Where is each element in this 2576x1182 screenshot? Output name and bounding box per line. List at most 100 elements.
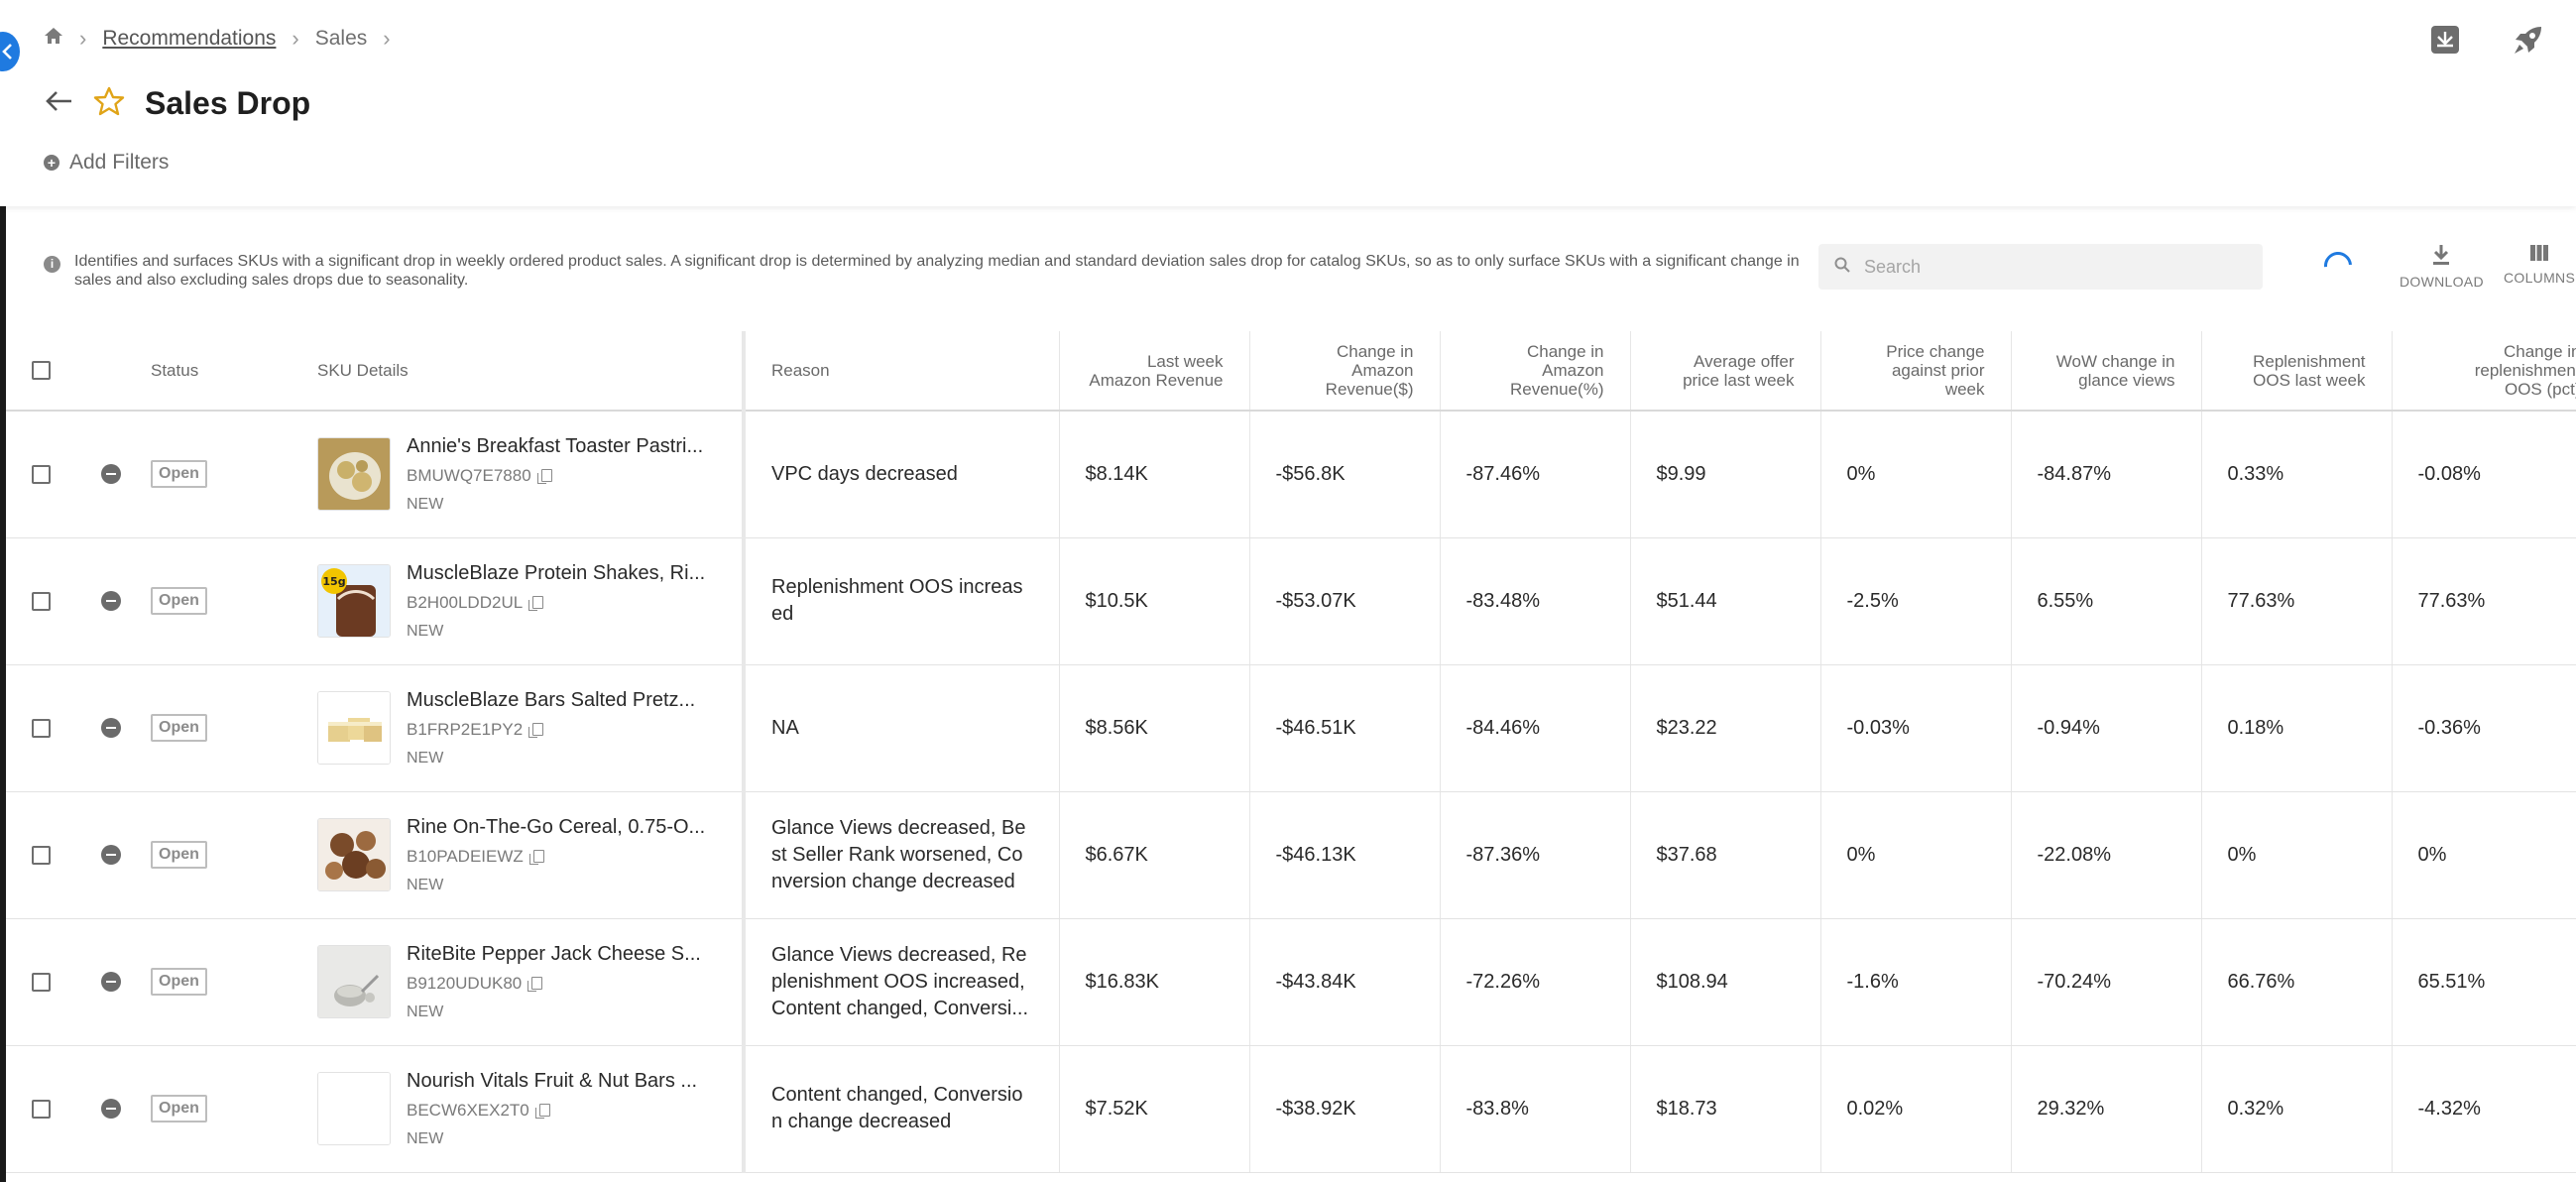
status-cell: Open <box>125 1045 292 1173</box>
reason-header[interactable]: Reason <box>744 331 1060 412</box>
change-revenue-pct-cell: -87.36% <box>1440 791 1631 919</box>
search-box[interactable] <box>1818 244 2263 290</box>
chevron-left-icon <box>2 44 12 59</box>
price-change-header[interactable]: Price change against prior week <box>1820 331 2012 412</box>
add-filters-label: Add Filters <box>69 151 170 174</box>
minus-circle-icon[interactable] <box>101 718 121 738</box>
product-thumbnail[interactable] <box>317 1072 391 1145</box>
sku-details-header[interactable]: SKU Details <box>292 331 746 412</box>
status-badge[interactable]: Open <box>151 1095 207 1123</box>
change-replenishment-header[interactable]: Change in replenishment OOS (pct) <box>2392 331 2576 412</box>
chevron-right-icon: › <box>292 26 299 51</box>
price-change-cell: 0% <box>1820 791 2012 919</box>
recommendations-table: Status SKU Details Reason Last week Amazo… <box>6 331 2576 1182</box>
home-icon[interactable] <box>44 27 63 51</box>
status-badge[interactable]: Open <box>151 714 207 742</box>
price-change-cell: -2.5% <box>1820 537 2012 665</box>
minus-circle-icon[interactable] <box>101 591 121 611</box>
avg-offer-price-cell: $9.99 <box>1630 411 1821 538</box>
replenishment-oos-header[interactable]: Replenishment OOS last week <box>2201 331 2393 412</box>
status-header[interactable]: Status <box>125 331 292 412</box>
product-thumbnail[interactable] <box>317 818 391 891</box>
product-name[interactable]: Annie's Breakfast Toaster Pastri... <box>407 435 703 458</box>
row-checkbox[interactable] <box>32 1099 51 1119</box>
last-week-revenue-header[interactable]: Last week Amazon Revenue <box>1059 331 1250 412</box>
change-replenishment-cell: 77.63% <box>2392 537 2576 665</box>
product-name[interactable]: Rine On-The-Go Cereal, 0.75-O... <box>407 816 705 839</box>
row-checkbox[interactable] <box>32 464 51 484</box>
product-name[interactable]: MuscleBlaze Protein Shakes, Ri... <box>407 562 705 585</box>
reason-cell: VPC days decreased <box>744 411 1060 538</box>
last-week-revenue-cell: $7.52K <box>1059 1045 1250 1173</box>
copy-icon[interactable] <box>534 1104 550 1119</box>
copy-icon[interactable] <box>528 596 544 611</box>
rocket-icon[interactable] <box>2511 22 2546 58</box>
product-thumbnail[interactable] <box>317 437 391 512</box>
reason-text: Replenishment OOS increased <box>771 576 1023 625</box>
product-name[interactable]: RiteBite Pepper Jack Cheese S... <box>407 943 701 966</box>
status-cell: Open <box>125 537 292 665</box>
minus-circle-icon[interactable] <box>101 464 121 485</box>
change-revenue-abs-header[interactable]: Change in Amazon Revenue($) <box>1249 331 1441 412</box>
status-badge[interactable]: Open <box>151 968 207 996</box>
replenishment-oos-cell: 77.63% <box>2201 537 2393 665</box>
status-badge[interactable]: Open <box>151 460 207 489</box>
header-line: OOS last week <box>2253 370 2366 390</box>
change-revenue-abs-cell: -$46.51K <box>1249 664 1441 792</box>
status-cell: Open <box>125 918 292 1046</box>
header-line: Revenue(%) <box>1510 380 1604 399</box>
row-checkbox[interactable] <box>32 845 51 865</box>
table-row[interactable]: Open 15g MuscleBlaze Protein Shakes, Ri.… <box>6 537 2576 665</box>
replenishment-oos-cell: 0.33% <box>2201 411 2393 538</box>
minus-circle-icon[interactable] <box>101 845 121 865</box>
columns-button[interactable]: COLUMNS <box>2504 244 2575 286</box>
minus-circle-icon[interactable] <box>101 972 121 992</box>
table-row[interactable]: Open MuscleBlaze Bars Salted Pretz... B1… <box>6 664 2576 792</box>
minus-circle-icon[interactable] <box>101 1099 121 1119</box>
add-filters-button[interactable]: + Add Filters <box>44 151 169 175</box>
row-checkbox[interactable] <box>32 972 51 992</box>
copy-icon[interactable] <box>536 469 552 485</box>
table-row[interactable]: Open Annie's Breakfast Toaster Pastri...… <box>6 411 2576 538</box>
avg-offer-price-header[interactable]: Average offer price last week <box>1630 331 1821 412</box>
copy-icon[interactable] <box>528 723 544 738</box>
change-revenue-pct-header[interactable]: Change in Amazon Revenue(%) <box>1440 331 1631 412</box>
replenishment-oos-cell: 66.76% <box>2201 918 2393 1046</box>
download-icon <box>2433 245 2450 265</box>
product-thumbnail[interactable]: 15g <box>317 564 391 638</box>
copy-icon[interactable] <box>527 977 543 992</box>
search-input[interactable] <box>1864 256 2241 278</box>
row-checkbox[interactable] <box>32 591 51 611</box>
reason-text: VPC days decreased <box>771 462 958 485</box>
header-line: Amazon <box>1351 361 1414 380</box>
archive-icon[interactable] <box>2427 22 2463 58</box>
new-tag: NEW <box>407 495 444 513</box>
row-checkbox[interactable] <box>32 718 51 738</box>
product-thumbnail[interactable] <box>317 691 391 765</box>
product-name[interactable]: Nourish Vitals Fruit & Nut Bars ... <box>407 1070 697 1093</box>
product-name[interactable]: MuscleBlaze Bars Salted Pretz... <box>407 689 695 712</box>
title-row: Sales Drop <box>44 85 310 122</box>
select-all-checkbox[interactable] <box>32 361 51 380</box>
table-row[interactable]: Open RiteBite Pepper Jack Cheese S... B9… <box>6 918 2576 1046</box>
header-line: WoW change in <box>2055 351 2175 371</box>
copy-icon[interactable] <box>528 850 544 865</box>
back-arrow-icon[interactable] <box>44 89 73 118</box>
row-dismiss-cell <box>75 537 125 665</box>
product-thumbnail[interactable] <box>317 945 391 1018</box>
header-line: Change in <box>2503 342 2576 361</box>
header-actions <box>2427 22 2546 58</box>
change-revenue-pct-cell: -87.46% <box>1440 411 1631 538</box>
status-badge[interactable]: Open <box>151 587 207 615</box>
table-row[interactable]: Open Nourish Vitals Fruit & Nut Bars ...… <box>6 1045 2576 1173</box>
avg-offer-price-cell: $37.68 <box>1630 791 1821 919</box>
star-icon[interactable] <box>93 86 125 121</box>
breadcrumb-recommendations-link[interactable]: Recommendations <box>102 27 276 51</box>
reason-cell: NA <box>744 664 1060 792</box>
download-button[interactable]: DOWNLOAD <box>2400 244 2484 290</box>
table-row[interactable]: Open Rine On-The-Go Cereal, 0.75-O... B1… <box>6 791 2576 919</box>
header-line: Amazon Revenue <box>1089 370 1224 390</box>
header-line: Replenishment <box>2253 351 2366 371</box>
status-badge[interactable]: Open <box>151 841 207 869</box>
wow-glance-views-header[interactable]: WoW change in glance views <box>2011 331 2202 412</box>
